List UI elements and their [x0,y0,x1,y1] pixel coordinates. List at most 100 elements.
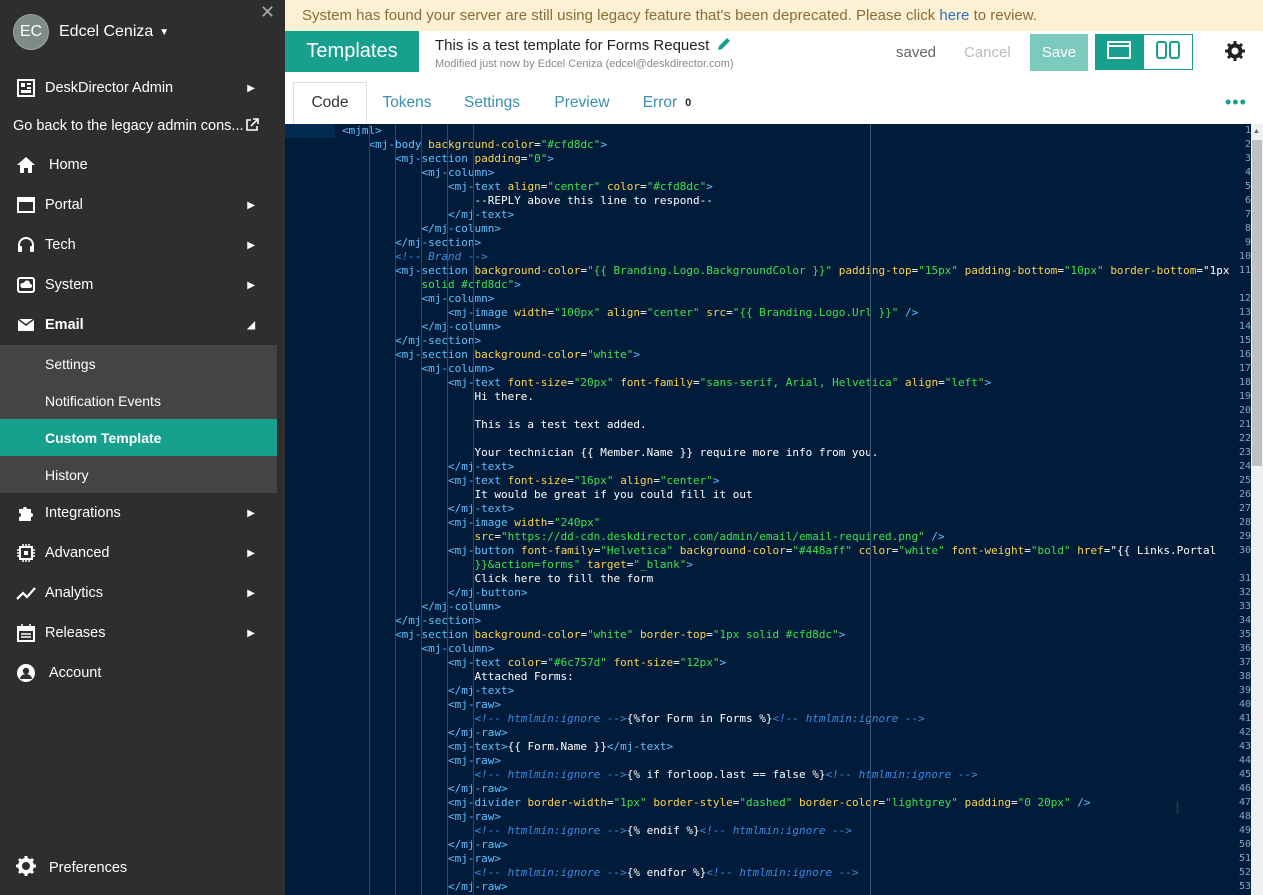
code-line[interactable]: </mj-raw> [342,880,508,894]
code-line[interactable]: <mjml> [342,124,382,138]
code-line[interactable]: Click here to fill the form [342,572,653,586]
sidebar-subitem-settings[interactable]: Settings [0,345,277,382]
chevron-right-icon: ▶ [247,279,255,291]
code-line[interactable]: <mj-column> [342,292,494,306]
sidebar-item-integrations[interactable]: Integrations ▶ [0,494,277,532]
portal-icon [16,195,36,215]
editor-scrollbar[interactable]: ▲ [1251,124,1263,895]
tab-error[interactable]: Error 0 [632,82,702,124]
line-chart-icon [16,583,36,603]
close-icon[interactable]: ✕ [260,2,275,23]
scrollbar-thumb[interactable] [1252,140,1262,466]
line-number: 17 [1238,363,1251,374]
code-line[interactable]: This is a test text added. [342,418,646,432]
code-line[interactable]: <mj-text font-size="20px" font-family="s… [342,376,991,390]
template-title[interactable]: This is a test template for Forms Reques… [435,36,732,54]
settings-gear-icon[interactable] [1225,41,1245,66]
code-line[interactable]: <!-- htmlmin:ignore -->{% endif %}<!-- h… [342,824,852,838]
code-line[interactable]: </mj-text> [342,208,514,222]
code-line[interactable]: </mj-raw> [342,838,508,852]
chevron-right-icon: ▶ [247,239,255,251]
sidebar: EC Edcel Ceniza ▼ ✕ DeskDirector Admin ▶… [0,0,285,895]
code-line[interactable]: --REPLY above this line to respond-- [342,194,712,208]
user-menu[interactable]: EC Edcel Ceniza ▼ [13,14,169,50]
code-line[interactable]: <mj-divider border-width="1px" border-st… [342,796,1091,810]
code-line[interactable]: <mj-section background-color="white" bor… [342,628,845,642]
scroll-up-icon[interactable]: ▲ [1253,128,1260,135]
code-line[interactable]: <!-- Brand --> [342,250,488,264]
sidebar-item-advanced[interactable]: Advanced ▶ [0,534,277,572]
code-line[interactable]: </mj-section> [342,236,481,250]
sidebar-subitem-notification-events[interactable]: Notification Events [0,382,277,419]
code-line[interactable]: <mj-text color="#6c757d" font-size="12px… [342,656,726,670]
save-button[interactable]: Save [1030,34,1088,71]
sidebar-subitem-label: Custom Template [45,429,162,446]
sidebar-item-legacy-admin[interactable]: Go back to the legacy admin cons... [0,107,277,145]
line-number: 31 [1238,573,1251,584]
tab-tokens[interactable]: Tokens [367,82,447,124]
sidebar-item-portal[interactable]: Portal ▶ [0,186,277,224]
code-line[interactable]: Attached Forms: [342,670,573,684]
code-line[interactable]: <mj-section background-color="{{ Brandin… [342,264,1230,278]
line-number: 8 [1244,223,1251,234]
sidebar-item-email[interactable]: Email ◢ [0,306,277,344]
code-line[interactable]: <mj-column> [342,166,494,180]
code-line[interactable]: Your technician {{ Member.Name }} requir… [342,446,878,460]
caret-down-icon: ▼ [159,26,170,38]
sidebar-subitem-label: Settings [45,355,96,372]
banner-review-link[interactable]: here [939,7,969,24]
code-line[interactable]: <!-- htmlmin:ignore -->{%for Form in For… [342,712,924,726]
code-line[interactable]: <mj-column> [342,642,494,656]
more-options-icon[interactable]: ••• [1225,92,1247,113]
code-line[interactable]: <mj-image width="240px" [342,516,600,530]
code-line[interactable]: src="https://dd-cdn.deskdirector.com/adm… [342,530,944,544]
single-view-button[interactable] [1095,34,1143,70]
sidebar-item-preferences[interactable]: Preferences [0,849,277,887]
code-line[interactable]: <mj-text font-size="16px" align="center"… [342,474,720,488]
line-number: 12 [1238,293,1251,304]
tab-settings[interactable]: Settings [450,82,534,124]
code-line[interactable]: <mj-text align="center" color="#cfd8dc"> [342,180,713,194]
code-line[interactable]: </mj-raw> [342,782,508,796]
code-line[interactable]: </mj-raw> [342,726,508,740]
sidebar-item-tech[interactable]: Tech ▶ [0,226,277,264]
code-line[interactable]: Hi there. [342,390,534,404]
sidebar-subitem-custom-template[interactable]: Custom Template [0,419,277,456]
code-line[interactable]: It would be great if you could fill it o… [342,488,752,502]
code-line[interactable]: </mj-text> [342,502,514,516]
code-line[interactable]: <!-- htmlmin:ignore -->{% if forloop.las… [342,768,977,782]
code-editor[interactable]: <mjml> <mj-body background-color="#cfd8d… [285,124,1251,895]
pencil-icon[interactable] [713,37,732,54]
tab-code[interactable]: Code [293,82,367,124]
line-number: 29 [1238,531,1251,542]
sidebar-item-analytics[interactable]: Analytics ▶ [0,574,277,612]
sidebar-item-system[interactable]: System ▶ [0,266,277,304]
code-line[interactable]: <mj-body background-color="#cfd8dc"> [342,138,607,152]
code-line[interactable]: </mj-section> [342,614,481,628]
split-view-button[interactable] [1143,34,1193,70]
tab-preview[interactable]: Preview [541,82,623,124]
sidebar-item-home[interactable]: Home [0,146,277,184]
sidebar-item-deskdirector-admin[interactable]: DeskDirector Admin ▶ [0,69,277,107]
cancel-button[interactable]: Cancel [964,44,1011,61]
line-number: 48 [1238,811,1251,822]
sidebar-item-account[interactable]: Account [0,654,277,692]
code-line[interactable]: </mj-text> [342,460,514,474]
section-title[interactable]: Templates [285,31,419,72]
sidebar-scrollbar[interactable] [277,0,285,895]
code-line[interactable]: </mj-section> [342,334,481,348]
line-number: 5 [1244,181,1251,192]
code-line[interactable]: </mj-text> [342,684,514,698]
template-title-text: This is a test template for Forms Reques… [435,37,710,54]
code-line[interactable]: <mj-column> [342,362,494,376]
code-line[interactable]: <mj-text>{{ Form.Name }}</mj-text> [342,740,673,754]
code-line[interactable]: <mj-section background-color="white"> [342,348,640,362]
code-line[interactable]: <mj-image width="100px" align="center" s… [342,306,918,320]
line-number: 13 [1238,307,1251,318]
banner-text-end: to review. [969,7,1037,24]
error-count: 0 [685,97,692,109]
user-name: Edcel Ceniza [59,23,154,40]
sidebar-item-releases[interactable]: Releases ▶ [0,614,277,652]
code-line[interactable]: <!-- htmlmin:ignore -->{% endfor %}<!-- … [342,866,858,880]
sidebar-subitem-history[interactable]: History [0,456,277,493]
